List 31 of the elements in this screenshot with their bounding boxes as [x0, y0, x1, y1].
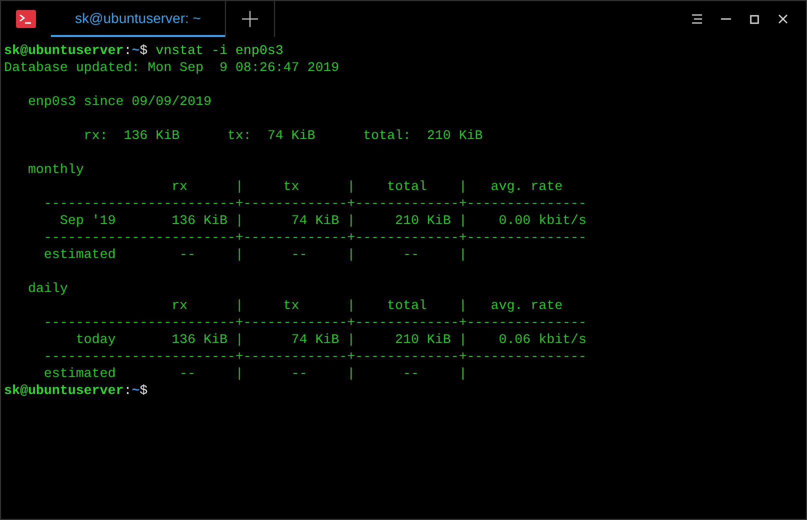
terminal-tab[interactable]: sk@ubuntuserver: ~	[51, 1, 225, 37]
output-line: rx: 136 KiB tx: 74 KiB total: 210 KiB	[82, 127, 483, 144]
prompt-path: ~	[132, 42, 140, 59]
terminal-app-icon	[16, 10, 36, 28]
prompt-separator: :	[124, 382, 132, 399]
output-line: Database updated: Mon Sep 9 08:26:47 2019	[4, 59, 340, 76]
output-line: today 136 KiB | 74 KiB | 210 KiB | 0.06 kbit/s	[74, 331, 586, 348]
prompt-symbol: $	[140, 382, 148, 399]
output-line: rx | tx | total | avg. rate	[170, 297, 563, 314]
output-line: ------------------------+-------------+-------------+---------------	[42, 348, 586, 365]
menu-icon[interactable]	[692, 14, 702, 24]
output-line: rx | tx | total | avg. rate	[170, 178, 563, 195]
close-icon[interactable]	[778, 14, 788, 24]
prompt-path: ~	[132, 382, 140, 399]
minimize-icon[interactable]	[721, 18, 731, 20]
output-line: estimated -- | -- | -- |	[42, 246, 467, 263]
command-text: vnstat -i enp0s3	[154, 42, 284, 59]
output-line: ------------------------+-------------+-------------+---------------	[42, 229, 586, 246]
output-line: ------------------------+-------------+-------------+---------------	[42, 195, 586, 212]
output-line: ------------------------+-------------+-------------+---------------	[42, 314, 586, 331]
prompt-user-host: sk@ubuntuserver	[4, 382, 124, 399]
output-line: daily	[26, 280, 68, 297]
output-line: Sep '19 136 KiB | 74 KiB | 210 KiB | 0.00 kbit/s	[58, 212, 586, 229]
prompt-symbol: $	[140, 42, 148, 59]
output-line: estimated -- | -- | -- |	[42, 365, 467, 382]
output-line: enp0s3 since 09/09/2019	[26, 93, 212, 110]
maximize-icon[interactable]	[750, 14, 759, 24]
prompt-user-host: sk@ubuntuserver	[4, 42, 124, 59]
plus-icon	[242, 11, 258, 27]
output-line: monthly	[26, 161, 84, 178]
prompt-separator: :	[124, 42, 132, 59]
